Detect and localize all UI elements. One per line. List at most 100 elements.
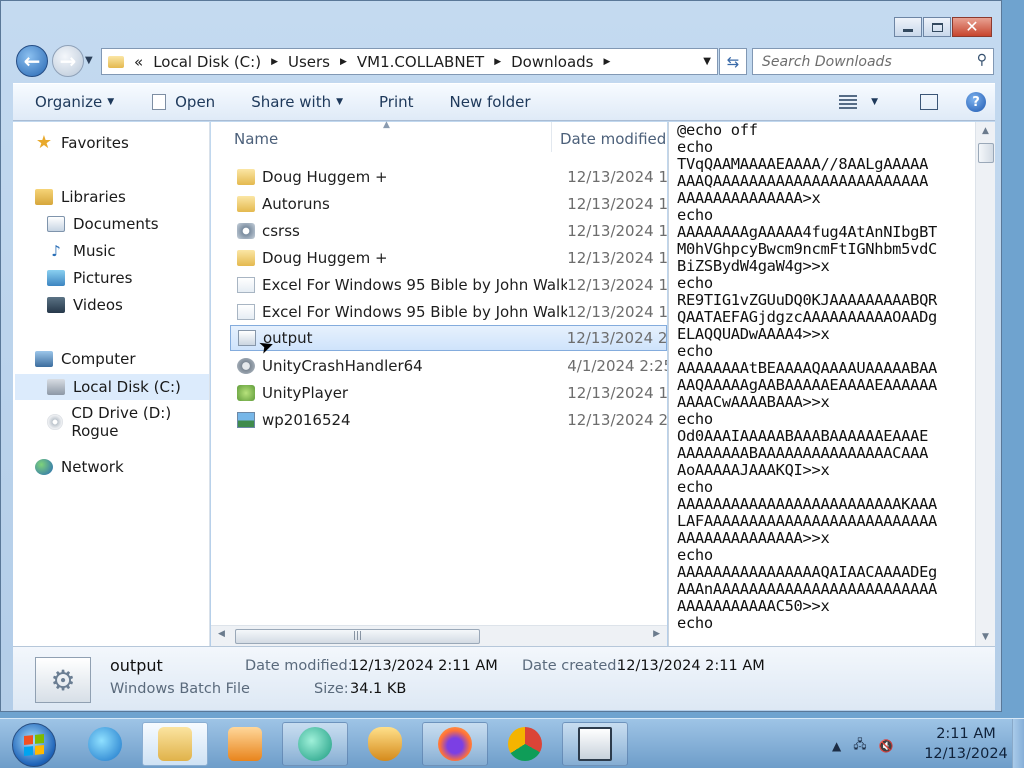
- sidebar-item-documents[interactable]: Documents: [47, 215, 159, 233]
- preview-line: echo: [677, 206, 713, 224]
- help-icon[interactable]: ?: [966, 92, 986, 112]
- unity-icon: [237, 385, 255, 401]
- folder-icon: [237, 196, 255, 212]
- column-header-name[interactable]: Name: [234, 130, 278, 148]
- preview-line: ELAQQUADwAAAA4>>x: [677, 325, 830, 343]
- taskbar-media-player[interactable]: [212, 722, 278, 766]
- refresh-button[interactable]: ⇆: [719, 48, 747, 75]
- taskbar-windows-explorer[interactable]: [142, 722, 208, 766]
- taskbar-window-app[interactable]: [562, 722, 628, 766]
- file-date: 4/1/2024 2:25 A: [567, 357, 667, 375]
- file-row-selected[interactable]: output 12/13/2024 2:11: [230, 325, 667, 351]
- file-name: Doug Huggem +: [262, 249, 388, 267]
- scroll-thumb[interactable]: [978, 143, 994, 163]
- forward-arrow-icon: →: [59, 49, 77, 73]
- breadcrumb-separator-icon[interactable]: ▶: [271, 57, 278, 67]
- file-row[interactable]: Excel For Windows 95 Bible by John Walk.…: [230, 272, 667, 298]
- sidebar-item-videos[interactable]: Videos: [47, 296, 123, 314]
- vertical-scrollbar[interactable]: ▲ ▼: [975, 122, 995, 646]
- start-button[interactable]: [12, 723, 56, 767]
- file-row[interactable]: Doug Huggem + 12/13/2024 1:07: [230, 245, 667, 271]
- minimize-button[interactable]: [894, 17, 922, 37]
- file-row[interactable]: Autoruns 12/13/2024 1:56: [230, 191, 667, 217]
- breadcrumb-separator-icon[interactable]: ▶: [494, 57, 501, 67]
- sidebar-item-music[interactable]: ♪ Music: [47, 242, 115, 260]
- sidebar-item-pictures[interactable]: Pictures: [47, 269, 132, 287]
- taskbar-chat-app[interactable]: [282, 722, 348, 766]
- breadcrumb-vm1[interactable]: VM1.COLLABNET: [357, 53, 484, 71]
- breadcrumb-overflow[interactable]: «: [134, 53, 143, 71]
- preview-line: echo: [677, 614, 713, 632]
- file-name: Doug Huggem +: [262, 168, 388, 186]
- file-name: csrss: [262, 222, 300, 240]
- file-row[interactable]: Excel For Windows 95 Bible by John Walk.…: [230, 299, 667, 325]
- batch-file-gear-icon: ⚙: [35, 657, 91, 703]
- network-status-icon[interactable]: 🖧: [853, 735, 866, 756]
- sidebar-item-network[interactable]: Network: [35, 458, 124, 476]
- explorer-window: ✕ ← → ▼ « Local Disk (C:) ▶ Users ▶ VM1.…: [0, 0, 1002, 712]
- file-date: 12/13/2024 1:56: [567, 195, 667, 213]
- breadcrumb-separator-icon[interactable]: ▶: [604, 57, 611, 67]
- show-hidden-icons-icon[interactable]: ▲: [832, 739, 841, 753]
- file-row[interactable]: UnityPlayer 12/13/2024 1:08: [230, 380, 667, 406]
- file-row[interactable]: UnityCrashHandler64 4/1/2024 2:25 A: [230, 353, 667, 379]
- print-button[interactable]: Print: [379, 93, 414, 111]
- details-file-type: Windows Batch File: [110, 681, 250, 697]
- minimize-icon: [903, 28, 913, 32]
- sidebar-item-label: Computer: [61, 350, 136, 368]
- sidebar-item-libraries[interactable]: Libraries: [35, 188, 126, 206]
- file-row[interactable]: Doug Huggem + 12/13/2024 1:10: [230, 164, 667, 190]
- preview-line: AAQAAAAAgAABAAAAAEAAAAEAAAAAA: [677, 376, 938, 394]
- file-name: UnityPlayer: [262, 384, 349, 402]
- sidebar-item-local-disk[interactable]: Local Disk (C:): [15, 374, 209, 400]
- preview-line: AAAAAAAAAAAAAAAAQAIAACAAAADEg: [677, 563, 938, 581]
- scroll-right-icon[interactable]: ▶: [653, 629, 660, 639]
- horizontal-scrollbar[interactable]: ◀ ||| ▶: [211, 625, 667, 646]
- show-desktop-button[interactable]: [1012, 719, 1024, 768]
- search-input[interactable]: Search Downloads ⚲: [752, 48, 994, 75]
- document-icon: [237, 277, 255, 293]
- address-bar[interactable]: « Local Disk (C:) ▶ Users ▶ VM1.COLLABNE…: [101, 48, 718, 75]
- file-row[interactable]: wp2016524 12/13/2024 2:06: [230, 407, 667, 433]
- breadcrumb-separator-icon[interactable]: ▶: [340, 57, 347, 67]
- breadcrumb-local-disk[interactable]: Local Disk (C:): [153, 53, 261, 71]
- scroll-thumb[interactable]: |||: [235, 629, 480, 644]
- taskbar-security-shield[interactable]: [352, 722, 418, 766]
- share-with-menu[interactable]: Share with ▼: [251, 93, 343, 111]
- taskbar-internet-explorer[interactable]: [72, 722, 138, 766]
- scroll-left-icon[interactable]: ◀: [218, 629, 225, 639]
- new-folder-button[interactable]: New folder: [450, 93, 531, 111]
- close-icon: ✕: [965, 17, 979, 36]
- open-button[interactable]: Open: [152, 93, 215, 111]
- taskbar-chrome[interactable]: [492, 722, 558, 766]
- scroll-down-icon[interactable]: ▼: [982, 632, 989, 642]
- search-icon[interactable]: ⚲: [977, 52, 987, 68]
- change-view-icon[interactable]: [839, 95, 858, 109]
- breadcrumb-users[interactable]: Users: [288, 53, 330, 71]
- sidebar-item-label: Documents: [73, 215, 159, 233]
- disk-drive-icon: [47, 379, 65, 395]
- recent-pages-dropdown[interactable]: ▼: [85, 55, 93, 66]
- file-date: 12/13/2024 2:06: [567, 411, 667, 429]
- file-row[interactable]: csrss 12/13/2024 12:4: [230, 218, 667, 244]
- column-header-date-modified[interactable]: Date modified: [560, 130, 666, 148]
- forward-button[interactable]: →: [52, 45, 84, 77]
- taskbar-firefox[interactable]: [422, 722, 488, 766]
- breadcrumb-downloads[interactable]: Downloads: [511, 53, 593, 71]
- maximize-button[interactable]: [923, 17, 951, 37]
- preview-line: LAFAAAAAAAAAAAAAAAAAAAAAAAAAA: [677, 512, 938, 530]
- chevron-down-icon[interactable]: ▼: [871, 97, 878, 107]
- close-button[interactable]: ✕: [952, 17, 992, 37]
- taskbar-clock[interactable]: 2:11 AM 12/13/2024: [918, 724, 1014, 764]
- chevron-down-icon: ▼: [107, 97, 115, 107]
- sidebar-item-favorites[interactable]: ★ Favorites: [35, 134, 129, 153]
- column-divider[interactable]: [551, 122, 552, 152]
- volume-muted-icon[interactable]: 🔇: [879, 739, 894, 753]
- scroll-up-icon[interactable]: ▲: [982, 126, 989, 136]
- preview-pane-icon[interactable]: [920, 94, 938, 110]
- back-button[interactable]: ←: [16, 45, 48, 77]
- address-dropdown-icon[interactable]: ▼: [703, 56, 711, 67]
- sidebar-item-cd-drive[interactable]: CD Drive (D:) Rogue: [47, 404, 209, 440]
- sidebar-item-computer[interactable]: Computer: [35, 350, 136, 368]
- organize-menu[interactable]: Organize ▼: [35, 93, 114, 111]
